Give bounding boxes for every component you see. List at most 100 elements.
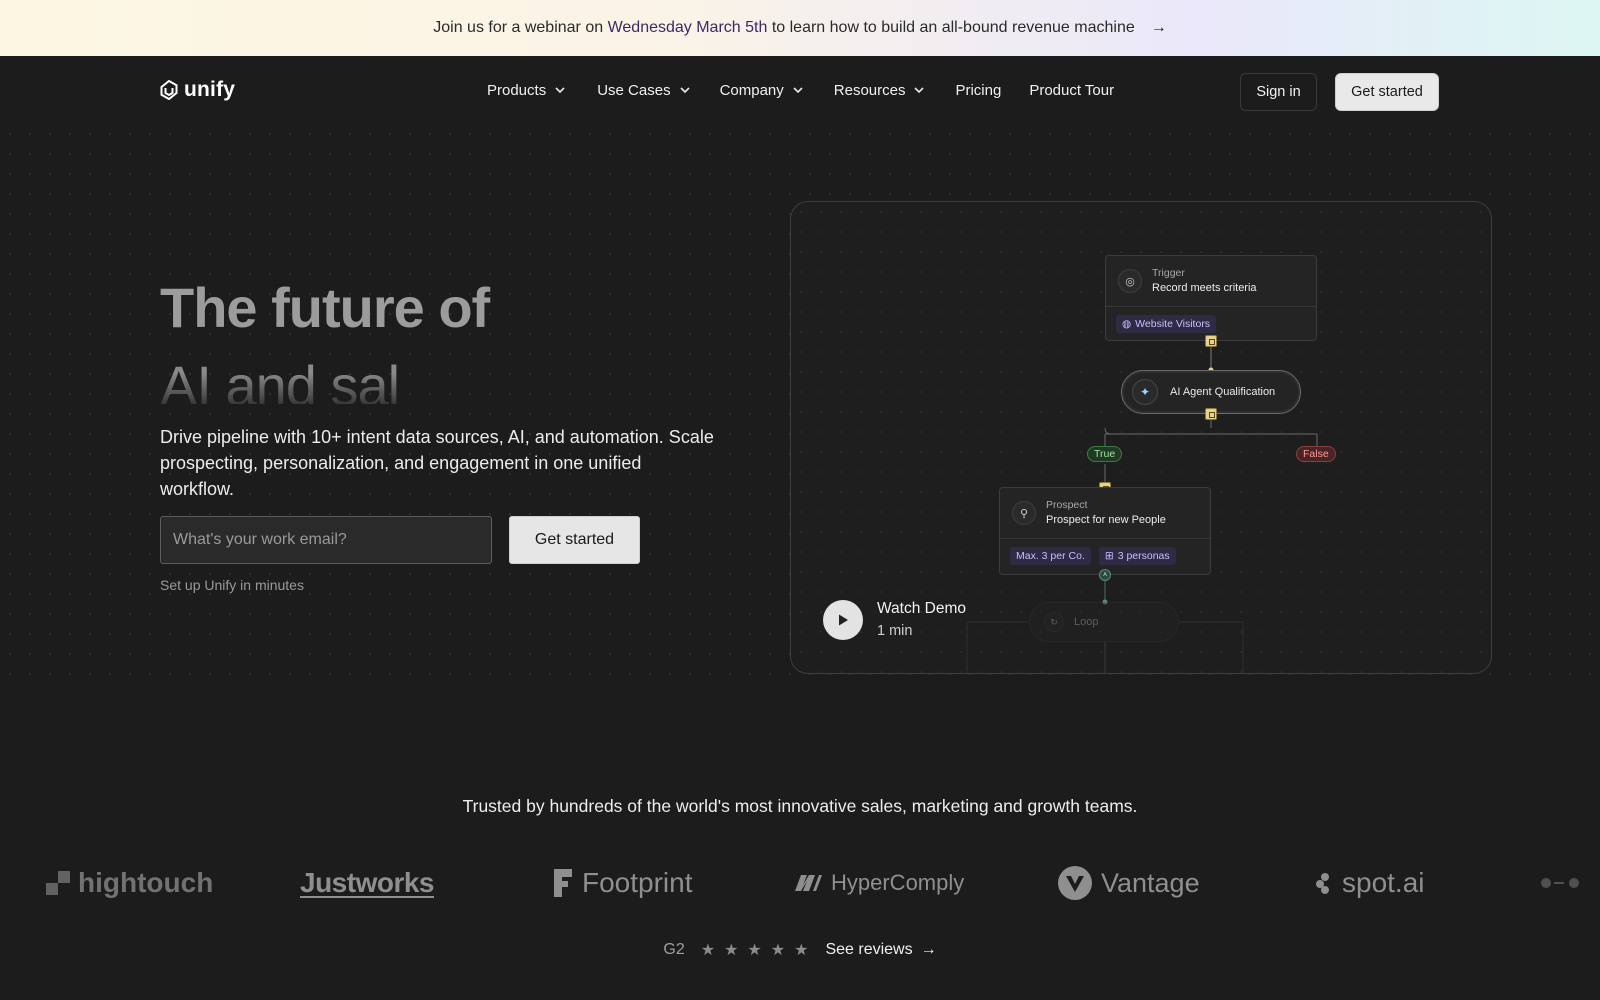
chevron-down-icon [793,87,803,94]
hero-title: The future of [160,276,490,339]
logo-text: Vantage [1101,867,1200,898]
logo-text: HyperComply [831,870,965,895]
hypercomply-mark-icon [795,875,822,891]
footprint-logo: Footprint [552,858,693,908]
ai-output-connector-icon [1205,408,1217,420]
footprint-mark-icon [554,869,572,897]
arrow-right-icon: → [920,941,937,958]
chevron-down-icon [679,87,690,94]
website-visitors-chip: ◍ Website Visitors [1116,315,1217,333]
star-icon: ★ [794,942,809,959]
trusted-by-heading: Trusted by hundreds of the world's most … [462,796,1138,816]
unify-logo[interactable]: unify [160,78,235,102]
trigger-kind: Trigger [1152,267,1185,279]
nav-item-use-cases[interactable]: Use Cases [597,82,690,99]
chevron-down-icon [914,87,925,94]
workflow-demo-card[interactable]: ◎ Trigger Record meets criteria ◍ Websit… [790,201,1492,674]
banner-text-before: Join us for a webinar on [433,19,604,36]
prospect-kind: Prospect [1046,499,1088,511]
prospect-node[interactable]: ⚲ Prospect Prospect for new People Max. … [999,487,1211,575]
chip-label: Website Visitors [1135,318,1211,330]
sparkle-icon: ✦ [1132,379,1158,405]
trigger-node[interactable]: ◎ Trigger Record meets criteria ◍ Websit… [1105,255,1317,341]
prospect-desc: Prospect for new People [1046,514,1166,526]
logo-text: unify [184,78,236,101]
announcement-banner[interactable]: Join us for a webinar on Wednesday March… [0,0,1600,56]
prospect-node-head: ⚲ Prospect Prospect for new People [1000,488,1210,538]
nav-item-label: Use Cases [597,81,671,99]
nav-item-label: Resources [833,81,906,99]
logo-text: spot.ai [1342,867,1425,898]
watch-demo-duration: 1 min [877,623,913,639]
loop-node[interactable]: ↻ Loop [1029,602,1179,642]
logo-text: Footprint [582,867,693,898]
chevron-down-icon [555,87,565,94]
loop-icon: ↻ [1044,612,1064,632]
max-per-company-chip: Max. 3 per Co. [1010,547,1091,565]
customer-logo-strip: hightouch Justworks Footprint HyperCompl… [0,858,1600,908]
trigger-node-foot: ◍ Website Visitors [1106,306,1316,333]
star-icon: ★ [747,942,762,959]
trigger-node-text: Trigger Record meets criteria [1152,266,1257,296]
logo-text: Justworks [300,867,435,898]
nav-item-label: Pricing [955,81,1002,99]
see-reviews-label: See reviews [825,941,913,958]
people-icon: ᴬ [1099,569,1111,581]
logo-text: hightouch [78,867,214,898]
nav-item-product-tour[interactable]: Product Tour [1029,82,1114,99]
star-icon: ★ [770,942,786,959]
watch-demo-title: Watch Demo [877,600,967,617]
banner-highlight-date: Wednesday March 5th [607,19,768,36]
banner-text-after: to learn how to build an all-bound reven… [771,19,1135,36]
personas-chip: ⊞ 3 personas [1098,547,1176,565]
vantage-logo: Vantage [1057,858,1200,908]
get-started-hero-button[interactable]: Get started [509,516,640,564]
nav-item-label: Products [487,81,547,99]
get-started-nav-button[interactable]: Get started [1335,73,1439,111]
hightouch-mark-icon [46,871,70,895]
ai-agent-label: AI Agent Qualification [1170,386,1276,398]
hypercomply-logo: HyperComply [793,858,964,908]
nav-item-label: Product Tour [1029,81,1115,99]
arrow-right-icon: → [1150,19,1167,36]
hero-rotating-text: AI and sal [160,348,580,404]
nav-item-label: Company [719,81,784,99]
hero-description: Drive pipeline with 10+ intent data sour… [160,427,714,499]
star-icon: ★ [724,942,739,959]
trigger-desc: Record meets criteria [1152,282,1257,294]
partial-logo-icon [1540,858,1580,908]
nav-item-resources[interactable]: Resources [834,82,926,99]
trigger-icon: ◎ [1118,269,1142,293]
chip-label: 3 personas [1117,550,1170,562]
nav-item-products[interactable]: Products [487,82,566,99]
trigger-output-connector-icon [1205,335,1217,347]
loop-label: Loop [1074,616,1099,628]
play-icon[interactable] [823,600,863,640]
hero-rotating-word: AI and sal [160,354,400,404]
branch-false-badge: False [1296,446,1336,462]
watch-demo-text: Watch Demo 1 min [877,598,966,642]
top-navigation: unify Products Use Cases Company Resourc… [0,56,1600,124]
hightouch-logo: hightouch [46,858,213,908]
setup-note: Set up Unify in minutes [160,577,304,593]
spotai-logo: spot.ai [1316,858,1425,908]
grid-icon: ⊞ [1104,550,1114,562]
unify-logo-icon [160,80,178,100]
see-reviews-link[interactable]: See reviews → [825,941,936,959]
justworks-logo: Justworks [300,858,435,908]
sign-in-button[interactable]: Sign in [1240,73,1317,111]
spotai-mark-icon [1316,873,1329,894]
g2-label: G2 [663,941,685,958]
nav-item-pricing[interactable]: Pricing [955,82,1001,99]
branch-true-badge: True [1087,446,1123,462]
nav-item-company[interactable]: Company [720,82,804,99]
watch-demo-button[interactable]: Watch Demo 1 min [823,598,966,642]
work-email-input[interactable] [160,516,492,564]
prospect-node-foot: Max. 3 per Co. ⊞ 3 personas [1000,538,1210,565]
star-icon: ★ [700,942,716,959]
main-menu: Products Use Cases Company Resources Pri… [487,78,1114,102]
search-icon: ⚲ [1012,501,1036,525]
prospect-node-text: Prospect Prospect for new People [1046,498,1166,528]
banner-text: Join us for a webinar on Wednesday March… [433,19,1134,37]
reviews-row: G2 ★ ★ ★ ★ ★ See reviews → [0,940,1600,960]
